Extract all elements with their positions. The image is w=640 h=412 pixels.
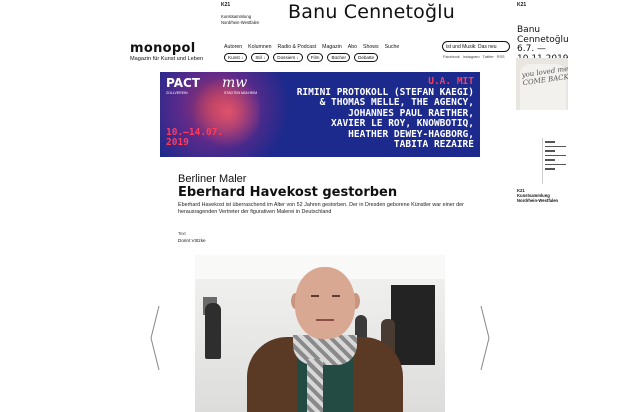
byline-label: Text bbox=[178, 231, 186, 236]
pill-debatte[interactable]: Debatte bbox=[354, 53, 379, 62]
nav-item-radio-podcast[interactable]: Radio & Podcast bbox=[278, 44, 317, 50]
pill-film[interactable]: Film bbox=[306, 53, 324, 62]
ad-lineup: U.A. MIT RIMINI PROTOKOLL (STEFAN KAEGI)… bbox=[297, 76, 474, 151]
nav-item-suche[interactable]: Suche bbox=[385, 44, 400, 50]
article-photo[interactable] bbox=[195, 255, 445, 412]
nav-item-magazin[interactable]: Magazin bbox=[322, 44, 342, 50]
pill-stil[interactable]: Stil ↓ bbox=[251, 53, 270, 62]
social-link-rss[interactable]: RSS bbox=[497, 55, 505, 59]
ad-dates: 10.–14.07. 2019 bbox=[166, 127, 224, 148]
nav-item-kolumnen[interactable]: Kolumnen bbox=[248, 44, 271, 50]
photo-visitor bbox=[205, 303, 221, 359]
article-headline: Eberhard Havekost gestorben bbox=[178, 185, 398, 200]
top-ad-banner[interactable]: K21 Kunstsammlung Nordrhein-Westfalen Ba… bbox=[0, 0, 640, 26]
photo-painting-dark bbox=[391, 285, 435, 365]
byline-author[interactable]: Dorint Vötzke bbox=[178, 238, 206, 243]
photo-subject-scarf bbox=[293, 335, 357, 365]
sidebar-k21-logo: K21 Kunstsammlung Nordrhein-Westfalen bbox=[517, 188, 559, 203]
main-nav: Autoren Kolumnen Radio & Podcast Magazin… bbox=[224, 44, 399, 50]
article-teaser: Eberhard Havekost ist überraschend im Al… bbox=[178, 202, 464, 215]
k21-logo-left: K21 Kunstsammlung Nordrhein-Westfalen bbox=[221, 2, 260, 25]
site-logo[interactable]: monopol bbox=[130, 41, 195, 56]
nav-item-abo[interactable]: Abo bbox=[348, 44, 357, 50]
nav-item-shows[interactable]: Shows bbox=[363, 44, 379, 50]
ticker-search-field[interactable]: ist und Musik: Das neu bbox=[442, 41, 510, 52]
ad-brand-mw-sub: STADTEN MÜLHEIM bbox=[224, 91, 258, 95]
ad-lineup-line: XAVIER LE ROY, KNOWBOTIQ, bbox=[331, 118, 474, 129]
photo-subject-head bbox=[295, 267, 355, 339]
site-tagline: Magazin für Kunst und Leben bbox=[130, 56, 204, 62]
sidebar-ad-image[interactable]: you loved me COME BACK bbox=[516, 58, 568, 110]
leaderboard-ad[interactable]: PACT ZOLLVEREIN mw STADTEN MÜLHEIM 10.–1… bbox=[160, 72, 480, 157]
ad-brand-mw: mw bbox=[222, 75, 248, 91]
social-links: Facebook Instagram Twitter RSS bbox=[443, 55, 505, 59]
banner-title: Banu Cennetoğlu bbox=[288, 1, 455, 23]
ad-brand-pact-sub: ZOLLVEREIN bbox=[166, 91, 188, 95]
chevron-right-icon[interactable] bbox=[480, 305, 490, 371]
ad-lineup-line: TABITA REZAIRE bbox=[393, 139, 474, 150]
site-header: monopol Magazin für Kunst und Leben Auto… bbox=[130, 38, 510, 68]
k21-logo-right: K21 bbox=[517, 2, 527, 8]
ad-brand-pact: PACT bbox=[166, 76, 200, 90]
category-pills: Kunst ↓ Stil ↓ Dossiers ↓ Film Bücher De… bbox=[224, 53, 379, 62]
ad-lineup-line: U.A. MIT bbox=[428, 76, 474, 87]
ad-lineup-line: & THOMAS MELLE, THE AGENCY, bbox=[319, 97, 474, 108]
article-kicker: Berliner Maler bbox=[178, 173, 247, 185]
sidebar-ad-text-block bbox=[542, 138, 568, 184]
pill-dossiers[interactable]: Dossiers ↓ bbox=[273, 53, 303, 62]
chevron-left-icon[interactable] bbox=[150, 305, 160, 371]
pill-kunst[interactable]: Kunst ↓ bbox=[224, 53, 248, 62]
pill-buecher[interactable]: Bücher bbox=[327, 53, 350, 62]
social-link-facebook[interactable]: Facebook bbox=[443, 55, 460, 59]
social-link-twitter[interactable]: Twitter bbox=[483, 55, 494, 59]
nav-item-autoren[interactable]: Autoren bbox=[224, 44, 242, 50]
social-link-instagram[interactable]: Instagram bbox=[463, 55, 480, 59]
